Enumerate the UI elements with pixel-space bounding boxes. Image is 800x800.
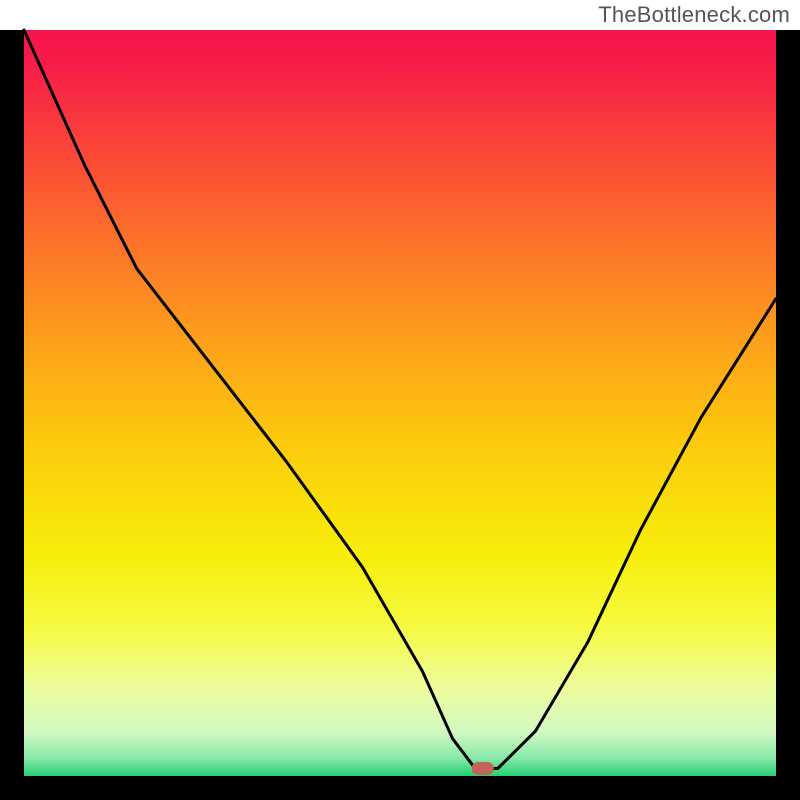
frame-bottom [0,776,800,800]
minimum-marker [472,762,494,775]
plot-background [24,30,776,776]
attribution-text: TheBottleneck.com [598,2,790,28]
bottleneck-chart [0,0,800,800]
chart-container: TheBottleneck.com [0,0,800,800]
frame-left [0,30,24,800]
frame-right [776,30,800,800]
